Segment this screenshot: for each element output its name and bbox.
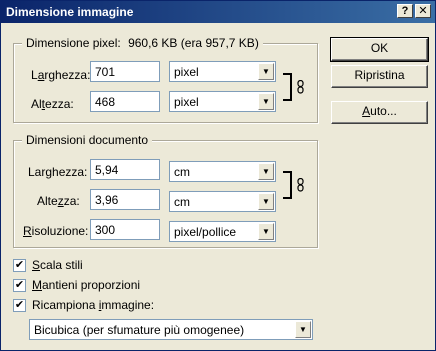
resample-method-value: Bicubica (per sfumature più omogenee) — [34, 323, 245, 337]
chevron-down-icon[interactable]: ▼ — [258, 93, 274, 110]
pixel-dimensions-legend: Dimensione pixel: 960,6 KB (era 957,7 KB… — [22, 36, 263, 50]
resolution-unit-select[interactable]: pixel/pollice ▼ — [169, 221, 276, 242]
scale-styles-checkbox[interactable]: ✔ — [13, 259, 26, 272]
chain-link-icon — [297, 178, 304, 192]
document-height-input[interactable]: 3,96 — [90, 189, 160, 210]
constrain-proportions-checkbox[interactable]: ✔ — [13, 279, 26, 292]
resample-image-checkbox[interactable]: ✔ — [13, 299, 26, 312]
document-width-label: Larghezza: — [28, 165, 88, 179]
resample-method-select[interactable]: Bicubica (per sfumature più omogenee) ▼ — [29, 319, 313, 340]
pixel-height-label: Altezza: — [31, 97, 74, 111]
close-button[interactable]: ✕ — [415, 4, 431, 18]
chevron-down-icon[interactable]: ▼ — [295, 321, 311, 338]
pixel-dimensions-title: Dimensione pixel: — [26, 36, 121, 50]
resolution-unit-value: pixel/pollice — [174, 225, 237, 239]
ok-button[interactable]: OK — [330, 37, 429, 62]
title-bar[interactable]: Dimensione immagine ? ✕ — [1, 1, 435, 23]
constrain-proportions-label: Mantieni proporzioni — [32, 278, 141, 292]
resample-image-label: Ricampiona immagine: — [32, 298, 155, 312]
dialog-window: Dimensione immagine ? ✕ Dimensione pixel… — [0, 0, 436, 351]
document-width-unit-value: cm — [174, 165, 190, 179]
scale-styles-label: Scala stili — [32, 258, 83, 272]
document-height-unit-select[interactable]: cm ▼ — [169, 191, 276, 212]
document-height-unit-value: cm — [174, 195, 190, 209]
document-width-unit-select[interactable]: cm ▼ — [169, 161, 276, 182]
chevron-down-icon[interactable]: ▼ — [258, 223, 274, 240]
pixel-width-unit-value: pixel — [174, 65, 199, 79]
resolution-input[interactable]: 300 — [90, 219, 160, 240]
chevron-down-icon[interactable]: ▼ — [258, 193, 274, 210]
pixel-dimensions-size: 960,6 KB (era 957,7 KB) — [128, 36, 259, 50]
reset-button[interactable]: Ripristina — [331, 65, 428, 88]
resolution-label: Risoluzione: — [23, 224, 89, 238]
chevron-down-icon[interactable]: ▼ — [258, 163, 274, 180]
auto-button[interactable]: Auto... — [331, 101, 428, 124]
pixel-constrain-bracket — [283, 73, 292, 101]
pixel-width-unit-select[interactable]: pixel ▼ — [169, 61, 276, 82]
chevron-down-icon[interactable]: ▼ — [258, 63, 274, 80]
chain-link-icon — [297, 80, 304, 94]
help-button[interactable]: ? — [397, 4, 413, 18]
pixel-width-input[interactable]: 701 — [90, 61, 160, 82]
pixel-height-input[interactable]: 468 — [90, 91, 160, 112]
document-constrain-bracket — [283, 171, 292, 199]
document-dimensions-legend: Dimensioni documento — [22, 133, 153, 147]
pixel-height-unit-value: pixel — [174, 95, 199, 109]
document-width-input[interactable]: 5,94 — [90, 159, 160, 180]
pixel-width-label: Larghezza: — [31, 68, 91, 82]
window-title: Dimensione immagine — [6, 5, 134, 19]
document-height-label: Altezza: — [37, 194, 80, 208]
pixel-height-unit-select[interactable]: pixel ▼ — [169, 91, 276, 112]
